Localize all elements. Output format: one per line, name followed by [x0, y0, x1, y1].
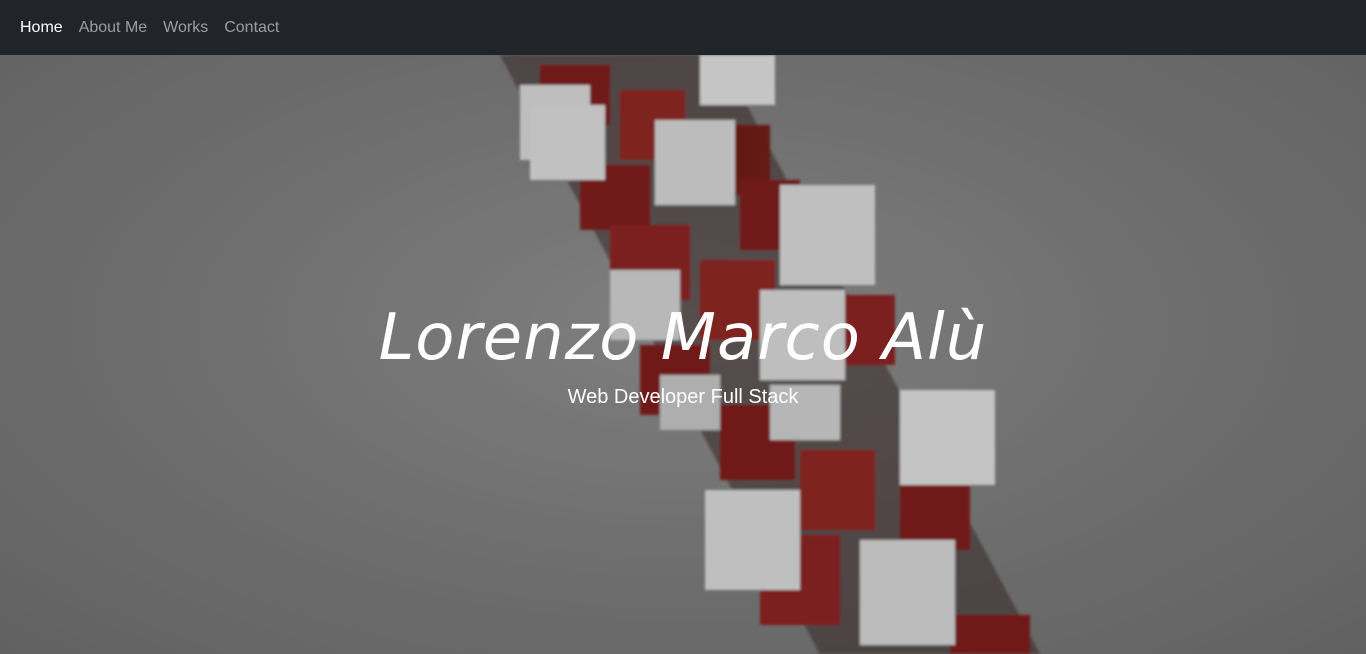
hero-subtitle: Web Developer Full Stack: [567, 386, 799, 408]
hero-title: Lorenzo Marco Alù: [378, 301, 988, 375]
nav-contact-link[interactable]: Contact: [224, 19, 279, 37]
nav-about-link[interactable]: About Me: [79, 19, 147, 37]
nav-works-link[interactable]: Works: [163, 19, 208, 37]
navbar: Home About Me Works Contact: [0, 0, 1366, 55]
nav-home-link[interactable]: Home: [20, 19, 63, 37]
hero-section: Lorenzo Marco Alù Web Developer Full Sta…: [0, 55, 1366, 654]
